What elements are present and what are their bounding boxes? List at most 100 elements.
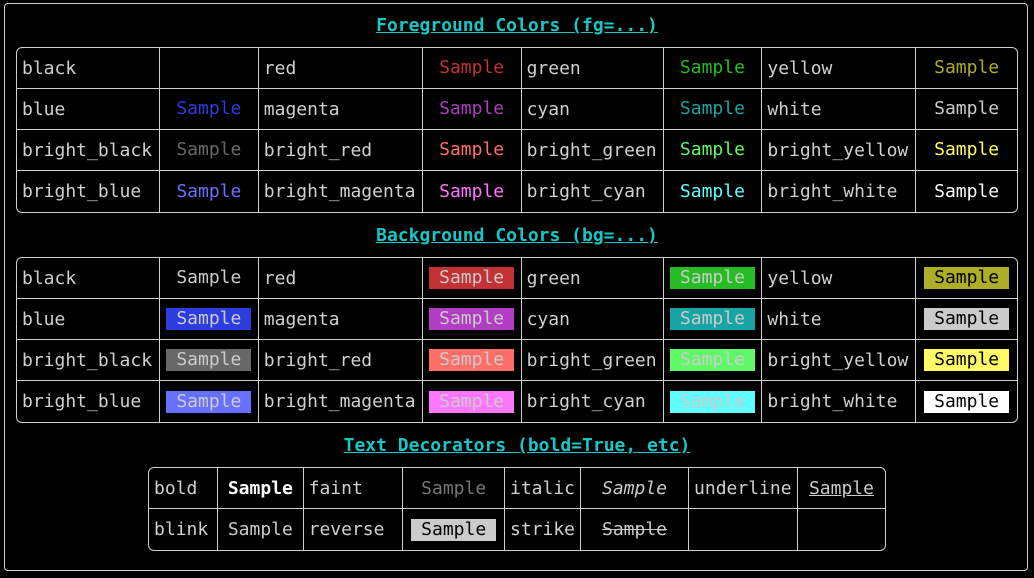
color-name-bright_white: bright_white <box>762 171 917 212</box>
fg-sample-blue: Sample <box>176 98 242 119</box>
fg-sample-magenta: Sample <box>439 98 505 119</box>
fg-sample-cell-black: Sample <box>159 48 259 89</box>
bg-sample-white: Sample <box>924 308 1010 330</box>
bg-sample-bright_black: Sample <box>166 349 252 371</box>
fg-sample-cell-yellow: Sample <box>916 48 1017 89</box>
color-name-bright_red: bright_red <box>258 340 423 381</box>
bg-sample-cell-magenta: Sample <box>422 299 522 340</box>
color-name-bright_red: bright_red <box>258 130 423 171</box>
fg-sample-cell-magenta: Sample <box>422 89 522 130</box>
bg-sample-black: Sample <box>166 267 252 289</box>
fg-section-title: Foreground Colors (fg=...) <box>376 15 658 36</box>
bg-sample-bright_magenta: Sample <box>429 390 515 413</box>
fg-sample-bright_black: Sample <box>176 139 242 160</box>
decorator-sample-cell-strike: Sample <box>581 509 690 550</box>
bg-sample-cell-green: Sample <box>663 258 763 299</box>
fg-sample-bright_red: Sample <box>439 139 505 160</box>
decorator-sample-cell-underline: Sample <box>797 468 885 509</box>
bg-row: black Sample red Sample green Sample yellow Sam… <box>17 258 1017 299</box>
bg-sample-cell-white: Sample <box>916 299 1017 340</box>
decorator-row: blink Sample reverse Sample strike Sample <box>149 509 885 550</box>
fg-sample-bright_yellow: Sample <box>934 139 1000 160</box>
color-name-bright_blue: bright_blue <box>17 171 160 212</box>
decorator-sample-underline: Sample <box>808 477 874 499</box>
color-name-bright_cyan: bright_cyan <box>522 381 664 422</box>
color-name-bright_green: bright_green <box>521 130 664 171</box>
color-name-bright_black: bright_black <box>17 340 160 381</box>
fg-row: bright_black Sample bright_red Sample bright… <box>17 130 1017 171</box>
color-name-bright_yellow: bright_yellow <box>762 340 917 381</box>
bg-sample-cell-bright_white: Sample <box>916 381 1017 422</box>
decorator-name-blink: blink <box>149 509 219 550</box>
color-name-black: black <box>17 258 160 299</box>
decorator-sample-italic: Sample <box>602 477 668 499</box>
bg-sample-bright_blue: Sample <box>166 390 252 413</box>
bg-sample-green: Sample <box>669 267 755 289</box>
bg-sample-cell-blue: Sample <box>159 299 259 340</box>
fg-sample-green: Sample <box>679 57 745 78</box>
color-name-white: white <box>762 89 917 130</box>
bg-sample-bright_red: Sample <box>429 349 515 371</box>
bg-sample-yellow: Sample <box>924 267 1010 289</box>
bg-sample-blue: Sample <box>166 308 252 330</box>
fg-sample-bright_cyan: Sample <box>679 180 745 202</box>
color-name-magenta: magenta <box>258 299 423 340</box>
bg-sample-bright_yellow: Sample <box>924 349 1010 371</box>
fg-color-table: black Sample red Sample green Sample yellow Sam… <box>16 47 1018 213</box>
color-name-bright_magenta: bright_magenta <box>259 381 423 422</box>
decorators-section-title: Text Decorators (bold=True, etc) <box>343 435 691 456</box>
bg-sample-cell-black: Sample <box>159 258 259 299</box>
color-name-blue: blue <box>17 299 160 340</box>
color-name-white: white <box>762 299 917 340</box>
bg-sample-cell-bright_red: Sample <box>422 340 522 381</box>
bg-sample-bright_cyan: Sample <box>669 390 755 413</box>
fg-sample-cell-blue: Sample <box>159 89 259 130</box>
decorator-name-faint: faint <box>303 468 404 509</box>
decorator-sample-cell-reverse: Sample <box>403 509 505 550</box>
decorators-table: bold Sample faint Sample italic Sample underli… <box>148 467 886 551</box>
decorator-sample-blink: Sample <box>227 519 293 540</box>
bg-sample-cell-red: Sample <box>422 258 522 299</box>
decorator-name-reverse: reverse <box>304 509 404 550</box>
color-name-black: black <box>17 48 160 89</box>
decorator-sample-cell-italic: Sample <box>581 468 690 509</box>
color-name-bright_blue: bright_blue <box>17 381 160 422</box>
color-name-cyan: cyan <box>521 89 664 130</box>
fg-sample-cyan: Sample <box>679 98 745 119</box>
bg-sample-cell-yellow: Sample <box>916 258 1017 299</box>
fg-sample-white: Sample <box>934 98 1000 119</box>
fg-sample-bright_blue: Sample <box>176 180 242 202</box>
fg-sample-cell-bright_cyan: Sample <box>664 171 763 212</box>
color-name-bright_green: bright_green <box>521 340 664 381</box>
fg-sample-red: Sample <box>439 57 505 78</box>
bg-row: bright_blue Sample bright_magenta Sample bri… <box>17 381 1017 422</box>
bg-sample-magenta: Sample <box>429 308 515 330</box>
color-name-green: green <box>521 48 664 89</box>
decorator-sample-reverse: Sample <box>411 518 497 541</box>
bg-row: bright_black Sample bright_red Sample bright… <box>17 340 1017 381</box>
color-name-blue: blue <box>17 89 160 130</box>
bg-section-title: Background Colors (bg=...) <box>376 225 658 246</box>
bg-sample-red: Sample <box>429 267 515 289</box>
fg-sample-yellow: Sample <box>934 57 1000 78</box>
color-name-yellow: yellow <box>762 258 917 299</box>
fg-sample-cell-bright_green: Sample <box>663 130 763 171</box>
bg-sample-cell-bright_cyan: Sample <box>664 381 763 422</box>
fg-row: bright_blue Sample bright_magenta Sample bri… <box>17 171 1017 212</box>
decorator-sample-bold: Sample <box>227 477 293 499</box>
bg-sample-cell-bright_yellow: Sample <box>916 340 1017 381</box>
color-name-bright_yellow: bright_yellow <box>762 130 917 171</box>
bg-row: blue Sample magenta Sample cyan Sample white Sa… <box>17 299 1017 340</box>
decorator-name-underline: underline <box>689 468 798 509</box>
bg-sample-cell-bright_magenta: Sample <box>423 381 522 422</box>
fg-sample-cell-red: Sample <box>422 48 522 89</box>
fg-sample-bright_white: Sample <box>934 180 1000 202</box>
color-name-red: red <box>258 48 423 89</box>
color-name-red: red <box>258 258 423 299</box>
decorator-name-bold: bold <box>149 468 219 509</box>
fg-sample-cell-bright_black: Sample <box>159 130 259 171</box>
fg-sample-cell-cyan: Sample <box>663 89 763 130</box>
bg-sample-cell-cyan: Sample <box>663 299 763 340</box>
color-name-bright_white: bright_white <box>762 381 917 422</box>
fg-row: blue Sample magenta Sample cyan Sample white Sa… <box>17 89 1017 130</box>
